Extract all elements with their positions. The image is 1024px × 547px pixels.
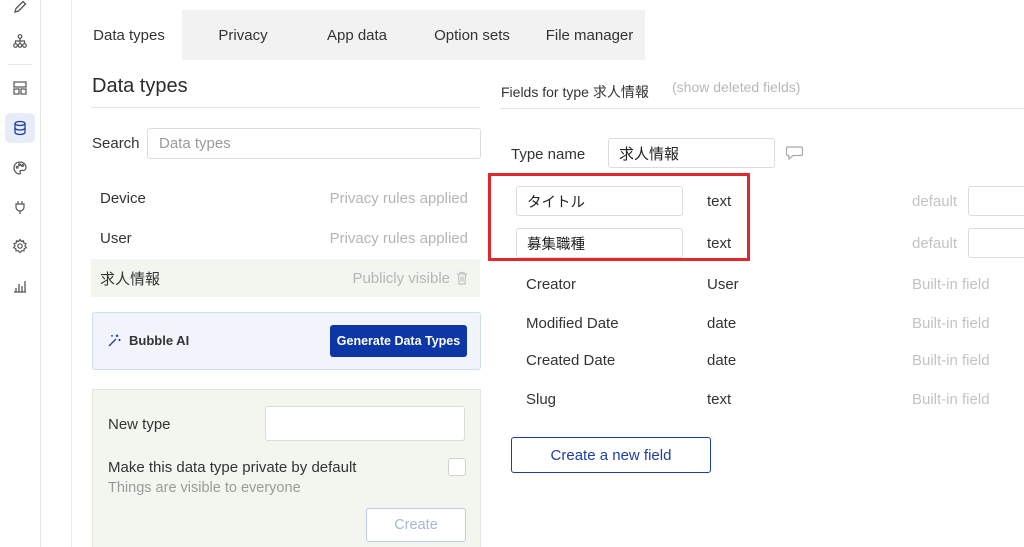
type-name: Device [100, 189, 146, 207]
builtin-field-label: Built-in field [912, 276, 990, 293]
divider [91, 107, 480, 108]
annotation-highlight-box [488, 173, 750, 261]
pencil-icon[interactable] [5, 0, 35, 22]
settings-icon[interactable] [5, 231, 35, 261]
type-name: User [100, 229, 132, 247]
search-label: Search [92, 135, 140, 152]
type-status: Privacy rules applied [329, 229, 468, 247]
search-input[interactable] [147, 128, 481, 159]
field-name: Created Date [526, 352, 616, 369]
type-row-device[interactable]: Device Privacy rules applied [91, 179, 480, 217]
design-icon[interactable] [5, 73, 35, 103]
builtin-field-label: Built-in field [912, 391, 990, 408]
data-types-title: Data types [92, 75, 188, 97]
divider [500, 108, 1024, 109]
field-name: Creator [526, 276, 577, 293]
type-status: Privacy rules applied [329, 189, 468, 207]
database-icon[interactable] [5, 113, 35, 143]
fields-title: Fields for type 求人情報 [501, 84, 649, 100]
type-status: Publicly visible [352, 270, 468, 287]
plugin-icon[interactable] [5, 192, 35, 222]
field-default-label: default [912, 235, 958, 252]
tab-app-data[interactable]: App data [304, 10, 410, 60]
create-type-button[interactable]: Create [366, 508, 466, 542]
builtin-field-label: Built-in field [912, 352, 990, 369]
private-default-checkbox[interactable] [448, 458, 466, 476]
data-tab-bar: Data types Privacy App data Option sets … [76, 10, 645, 60]
builtin-field-label: Built-in field [912, 315, 990, 332]
visibility-hint: Things are visible to everyone [108, 480, 301, 496]
trash-icon[interactable] [456, 271, 468, 285]
bubble-ai-label: Bubble AI [129, 333, 190, 348]
type-name-label: Type name [511, 146, 586, 163]
tab-file-manager[interactable]: File manager [534, 10, 645, 60]
field-type: text [707, 391, 732, 408]
create-new-field-button[interactable]: Create a new field [511, 437, 711, 473]
tab-privacy[interactable]: Privacy [182, 10, 304, 60]
field-name: Slug [526, 391, 557, 408]
show-deleted-fields-link[interactable]: (show deleted fields) [672, 79, 800, 95]
field-type: date [707, 352, 737, 369]
tab-data-types[interactable]: Data types [76, 10, 182, 60]
tab-option-sets[interactable]: Option sets [410, 10, 534, 60]
type-name-input[interactable] [608, 138, 775, 168]
field-name: Modified Date [526, 315, 619, 332]
bubble-ai-panel: Bubble AI Generate Data Types [92, 312, 481, 370]
private-default-label: Make this data type private by default [108, 459, 357, 476]
app-sidebar [0, 0, 41, 547]
type-row-user[interactable]: User Privacy rules applied [91, 219, 480, 257]
field-type: User [707, 276, 739, 293]
magic-wand-icon [108, 334, 121, 347]
default-value-input[interactable] [968, 186, 1024, 216]
type-row-job-info[interactable]: 求人情報 Publicly visible [91, 259, 480, 297]
logs-icon[interactable] [5, 271, 35, 301]
field-type: date [707, 315, 737, 332]
panel-gutter [41, 0, 72, 547]
new-type-label: New type [108, 416, 171, 433]
default-value-input[interactable] [968, 228, 1024, 258]
comment-icon[interactable] [785, 145, 804, 161]
type-name: 求人情報 [100, 270, 161, 288]
workflow-icon[interactable] [5, 26, 35, 56]
field-default-label: default [912, 193, 958, 210]
palette-icon[interactable] [5, 153, 35, 183]
new-type-panel: New type Make this data type private by … [92, 389, 481, 547]
generate-data-types-button[interactable]: Generate Data Types [330, 325, 467, 357]
new-type-input[interactable] [265, 406, 465, 441]
